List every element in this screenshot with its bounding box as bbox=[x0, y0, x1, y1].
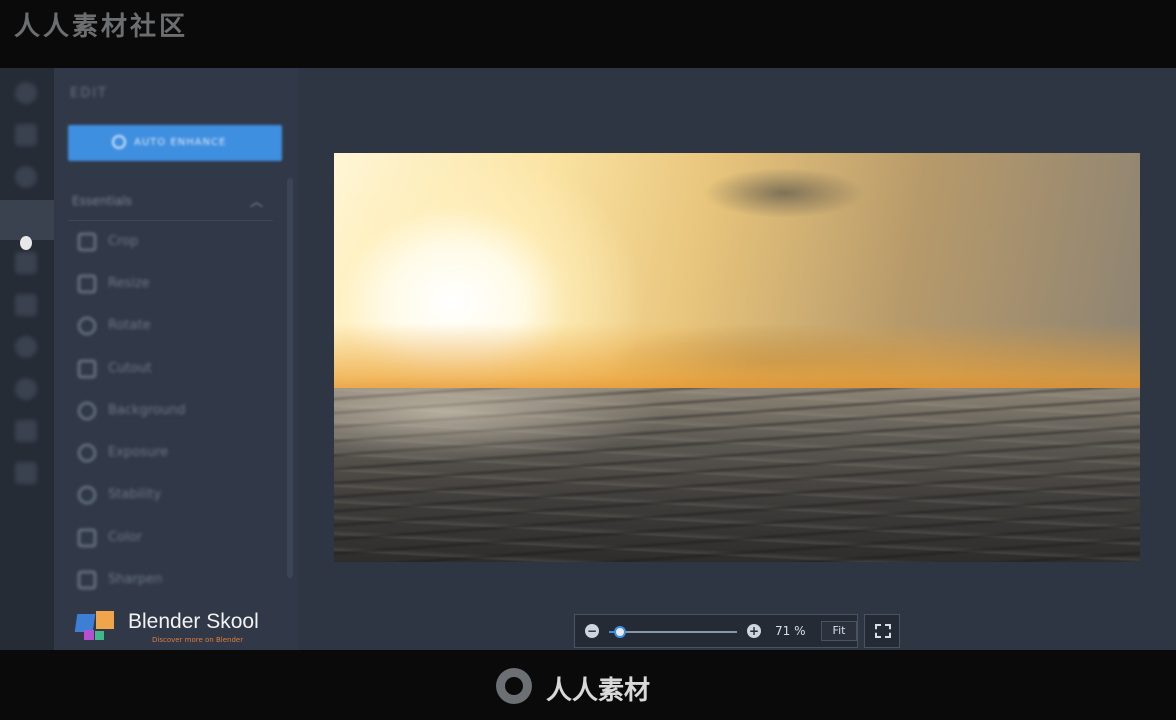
watermark-top: 人人素材社区 bbox=[14, 12, 189, 42]
tool-label: Resize bbox=[108, 276, 150, 291]
adjust-icon[interactable] bbox=[15, 166, 37, 188]
background-icon bbox=[78, 402, 96, 420]
tool-crop[interactable]: Crop bbox=[54, 223, 284, 263]
tool-label: Color bbox=[108, 530, 142, 545]
zoom-in-button[interactable]: + bbox=[747, 624, 761, 638]
tool-rail bbox=[0, 68, 54, 650]
panel-scrollbar[interactable] bbox=[287, 178, 293, 578]
stability-icon bbox=[78, 486, 96, 504]
ocean-sunset-photo[interactable] bbox=[334, 153, 1140, 562]
watermark-logo-icon bbox=[496, 668, 532, 704]
zoom-out-button[interactable]: − bbox=[585, 624, 599, 638]
cutout-icon bbox=[78, 360, 96, 378]
sticker-icon[interactable] bbox=[15, 462, 37, 484]
zoom-slider-handle[interactable] bbox=[613, 626, 626, 638]
brand-logo: Blender Skool Discover more on Blender bbox=[74, 608, 306, 648]
video-top-bar: 人人素材社区 bbox=[0, 0, 1176, 68]
auto-enhance-label: AUTO ENHANCE bbox=[134, 137, 227, 148]
section-divider bbox=[68, 220, 273, 221]
chevron-up-icon[interactable]: ︿ bbox=[250, 191, 263, 210]
fullscreen-icon bbox=[875, 624, 891, 638]
brush-icon[interactable] bbox=[15, 378, 37, 400]
frame-icon[interactable] bbox=[15, 294, 37, 316]
auto-enhance-button[interactable]: AUTO ENHANCE bbox=[68, 125, 282, 161]
tool-color[interactable]: Color bbox=[54, 519, 284, 559]
home-icon[interactable] bbox=[15, 82, 37, 104]
exposure-icon bbox=[78, 444, 96, 462]
mouse-cursor-icon bbox=[20, 236, 32, 250]
tool-background[interactable]: Background bbox=[54, 392, 284, 432]
video-bottom-bar: 人人素材 bbox=[0, 650, 1176, 720]
tool-exposure[interactable]: Exposure bbox=[54, 434, 284, 474]
sharpen-icon bbox=[78, 571, 96, 589]
panel-title: EDIT bbox=[70, 86, 108, 101]
tool-label: Background bbox=[108, 403, 186, 418]
photo-editor-app: EDIT AUTO ENHANCE Essentials ︿ Crop Resi… bbox=[0, 68, 1176, 650]
tool-rotate[interactable]: Rotate bbox=[54, 307, 284, 347]
zoom-slider[interactable] bbox=[609, 626, 737, 638]
crop-icon bbox=[78, 233, 96, 251]
resize-icon bbox=[78, 275, 96, 293]
fit-button[interactable]: Fit bbox=[821, 621, 857, 641]
zoom-percent: 71 % bbox=[775, 624, 806, 638]
image-canvas: − + 71 % Fit bbox=[298, 68, 1176, 650]
edit-icon[interactable] bbox=[15, 209, 37, 231]
tool-label: Exposure bbox=[108, 445, 169, 460]
logo-green-square bbox=[95, 631, 104, 640]
fullscreen-button[interactable] bbox=[864, 614, 900, 648]
tool-label: Sharpen bbox=[108, 572, 163, 587]
image-icon[interactable] bbox=[15, 124, 37, 146]
layers-icon[interactable] bbox=[15, 252, 37, 274]
tool-label: Rotate bbox=[108, 318, 151, 333]
magic-wand-icon bbox=[112, 135, 126, 149]
brand-name: Blender Skool bbox=[128, 610, 259, 633]
tool-label: Crop bbox=[108, 234, 139, 249]
effects-icon[interactable] bbox=[15, 336, 37, 358]
logo-orange-square bbox=[96, 611, 114, 629]
edit-panel: EDIT AUTO ENHANCE Essentials ︿ Crop Resi… bbox=[54, 68, 298, 650]
tool-label: Cutout bbox=[108, 361, 152, 376]
watermark-bottom-text: 人人素材 bbox=[546, 676, 651, 706]
text-icon[interactable] bbox=[15, 420, 37, 442]
tool-sharpen[interactable]: Sharpen bbox=[54, 561, 284, 601]
logo-purple-square bbox=[84, 630, 94, 640]
tool-resize[interactable]: Resize bbox=[54, 265, 284, 305]
tool-label: Stability bbox=[108, 487, 162, 502]
tool-stability[interactable]: Stability bbox=[54, 476, 284, 516]
tool-cutout[interactable]: Cutout bbox=[54, 350, 284, 390]
section-essentials[interactable]: Essentials bbox=[72, 194, 132, 208]
photo-sea bbox=[334, 388, 1140, 562]
brand-tagline: Discover more on Blender bbox=[152, 636, 244, 644]
zoom-toolbar: − + 71 % Fit bbox=[574, 614, 858, 648]
photo-horizon-glow bbox=[334, 323, 1140, 398]
rotate-icon bbox=[78, 317, 96, 335]
color-icon bbox=[78, 529, 96, 547]
